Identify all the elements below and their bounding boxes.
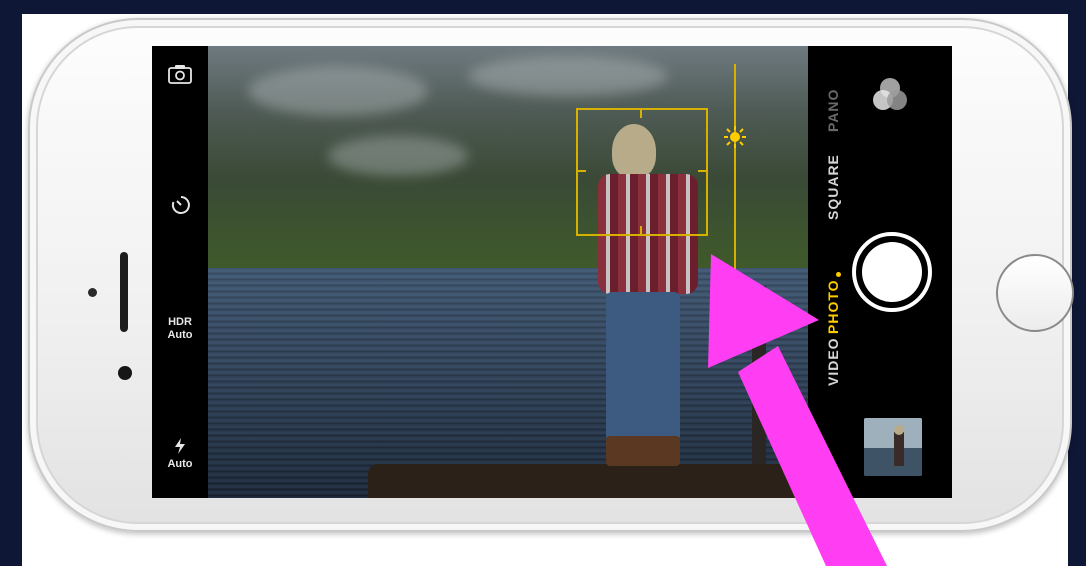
camera-flip-icon[interactable] <box>168 64 192 84</box>
flash-icon <box>152 438 208 458</box>
timer-icon[interactable] <box>170 194 192 216</box>
shutter-inner <box>862 242 922 302</box>
right-toolbar: PANO SQUARE PHOTO VIDEO <box>808 46 952 498</box>
wooden-post <box>752 286 766 466</box>
mode-photo[interactable]: PHOTO <box>825 279 841 334</box>
mode-selector[interactable]: PANO SQUARE PHOTO VIDEO <box>825 46 851 498</box>
mist-cloud <box>328 136 468 176</box>
flash-value: Auto <box>167 458 193 470</box>
home-button[interactable] <box>996 254 1074 332</box>
focus-tick <box>640 110 642 118</box>
focus-tick <box>640 226 642 234</box>
viewfinder[interactable] <box>208 46 808 498</box>
hdr-label: HDR <box>168 316 192 328</box>
mist-cloud <box>468 56 668 96</box>
filters-icon[interactable] <box>868 74 912 118</box>
shutter-button[interactable] <box>852 232 932 312</box>
person-boots <box>606 436 680 466</box>
front-camera <box>118 366 132 380</box>
flash-button[interactable]: Auto <box>152 438 208 471</box>
log <box>368 464 808 498</box>
background-band-top <box>0 0 1086 14</box>
mode-video[interactable]: VIDEO <box>825 337 841 386</box>
left-toolbar: HDR Auto Auto <box>152 46 208 498</box>
focus-tick <box>698 170 706 172</box>
camera-screen: HDR Auto Auto PANO SQUARE PHOTO VIDEO <box>152 46 952 498</box>
mode-square[interactable]: SQUARE <box>825 154 841 220</box>
mist-cloud <box>248 66 428 116</box>
focus-box[interactable] <box>576 108 708 236</box>
last-photo-thumbnail[interactable] <box>864 418 922 476</box>
proximity-sensor <box>88 288 97 297</box>
focus-tick <box>578 170 586 172</box>
hdr-button[interactable]: HDR Auto <box>152 316 208 342</box>
exposure-sun-icon[interactable] <box>724 126 746 148</box>
person-legs <box>606 292 680 442</box>
mode-pano[interactable]: PANO <box>825 89 841 132</box>
hdr-value: Auto <box>167 329 193 341</box>
background-band-left <box>0 0 22 566</box>
earpiece-speaker <box>120 252 128 332</box>
selected-mode-dot <box>836 272 841 277</box>
exposure-slider[interactable] <box>734 64 736 270</box>
